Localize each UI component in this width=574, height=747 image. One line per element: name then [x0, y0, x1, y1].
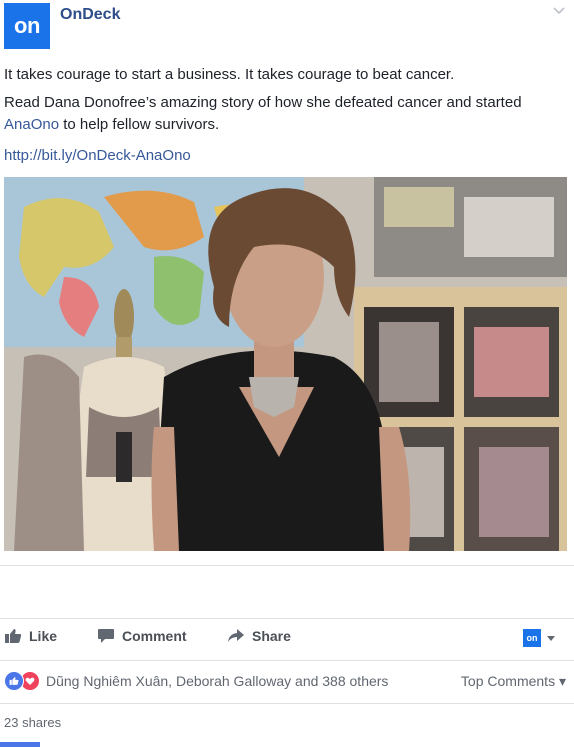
share-label: Share: [252, 628, 291, 644]
share-button[interactable]: Share: [227, 628, 291, 644]
caret-down-icon: [547, 635, 555, 641]
thumb-icon: [9, 677, 19, 685]
post-photo[interactable]: [4, 177, 567, 551]
anaono-link[interactable]: AnaOno: [4, 116, 59, 133]
divider-top: [0, 565, 574, 566]
page-selector[interactable]: on: [523, 629, 555, 647]
divider-reactions: [0, 660, 574, 661]
reaction-names: Dũng Nghiêm Xuân, Deborah Galloway and 3…: [46, 673, 389, 689]
post-text-after: to help fellow survivors.: [59, 116, 220, 133]
divider-actions: [0, 618, 574, 619]
post-text-line1: It takes courage to start a business. It…: [4, 66, 455, 83]
reaction-summary[interactable]: Dũng Nghiêm Xuân, Deborah Galloway and 3…: [4, 671, 388, 691]
page-selector-logo-text: on: [526, 633, 538, 643]
like-label: Like: [29, 628, 58, 644]
like-button[interactable]: Like: [4, 628, 57, 644]
page-logo-text: on: [14, 13, 40, 38]
post-text-line2: Read Dana Donofree’s amazing story of ho…: [4, 92, 564, 136]
divider-shares: [0, 703, 574, 704]
page-logo[interactable]: on: [4, 3, 50, 49]
facebook-post: on OnDeck It takes courage to start a bu…: [0, 0, 574, 747]
like-reaction-icon: [4, 671, 24, 691]
page-selector-logo: on: [523, 629, 541, 647]
photo-illustration: [4, 177, 567, 551]
like-icon: [5, 629, 22, 643]
caret-icon: ▾: [555, 673, 566, 689]
chevron-down-icon[interactable]: [552, 4, 566, 18]
comment-button[interactable]: Comment: [97, 628, 187, 644]
top-comments-selector[interactable]: Top Comments ▾: [461, 673, 566, 690]
page-name[interactable]: OnDeck: [60, 6, 120, 24]
active-indicator-bar: [0, 742, 40, 747]
post-url-link[interactable]: http://bit.ly/OnDeck-AnaOno: [4, 145, 564, 167]
top-comments-label: Top Comments: [460, 673, 556, 689]
heart-icon: [25, 677, 35, 685]
shares-count[interactable]: 23 shares: [4, 715, 61, 730]
comment-icon: [98, 629, 114, 643]
comment-label: Comment: [122, 628, 187, 644]
post-text-before: Read Dana Donofree’s amazing story of ho…: [4, 94, 522, 111]
share-icon: [228, 629, 244, 642]
